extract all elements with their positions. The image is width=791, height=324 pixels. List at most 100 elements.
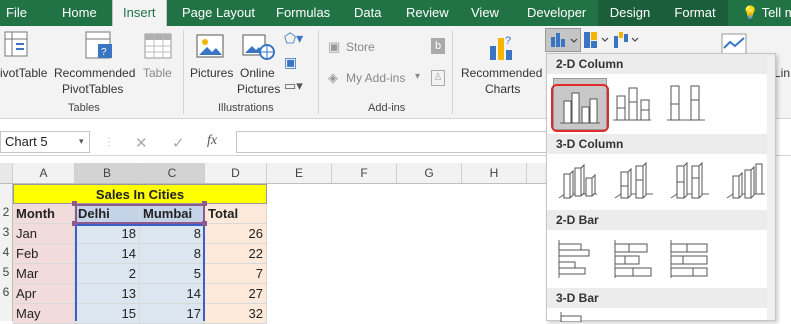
my-addins-label[interactable]: My Add-ins: [346, 71, 405, 85]
header-month[interactable]: Month: [13, 204, 75, 224]
stacked-column-option[interactable]: [609, 78, 655, 124]
online-pictures-label-2[interactable]: Pictures: [237, 82, 280, 96]
store-label[interactable]: Store: [346, 40, 375, 54]
enter-icon[interactable]: ✓: [172, 134, 185, 152]
tell-me-label: Tell m: [761, 5, 791, 20]
range-handle[interactable]: [72, 221, 77, 226]
screenshot-icon[interactable]: ▭▾: [284, 78, 303, 94]
pictures-label[interactable]: Pictures: [190, 66, 233, 80]
tab-review[interactable]: Review: [406, 0, 449, 26]
month-cell[interactable]: Jan: [13, 224, 75, 244]
column-header-g[interactable]: G: [397, 163, 462, 184]
clustered-bar-option[interactable]: [555, 236, 601, 282]
3d-clustered-column-option[interactable]: [555, 158, 601, 204]
tab-developer[interactable]: Developer: [527, 0, 586, 26]
range-handle[interactable]: [202, 201, 207, 206]
row-header[interactable]: 3: [0, 225, 12, 239]
month-cell[interactable]: Feb: [13, 244, 75, 264]
month-cell[interactable]: May: [13, 304, 75, 324]
lightbulb-icon: 💡: [742, 5, 759, 20]
tab-page-layout[interactable]: Page Layout: [182, 0, 255, 26]
recommended-charts-label-1[interactable]: Recommended: [461, 66, 542, 80]
bing-icon[interactable]: b: [431, 38, 445, 54]
section-header-3d-column: 3-D Column: [547, 134, 775, 154]
recommended-pivot-label-2[interactable]: PivotTables: [62, 82, 123, 96]
tab-formulas[interactable]: Formulas: [276, 0, 330, 26]
100-stacked-bar-option[interactable]: [667, 236, 713, 282]
3d-clustered-bar-option[interactable]: [555, 310, 601, 322]
addins-group-label: Add-ins: [368, 102, 406, 114]
chart-series-name-range: [75, 204, 205, 224]
recommended-pivot-icon[interactable]: ?: [84, 30, 114, 64]
column-header-b[interactable]: B: [75, 163, 140, 184]
recommended-charts-label-2[interactable]: Charts: [485, 82, 520, 96]
tell-me-search[interactable]: 💡 Tell m: [742, 0, 791, 26]
month-cell[interactable]: Apr: [13, 284, 75, 304]
3d-stacked-column-option[interactable]: [611, 158, 657, 204]
column-header-d[interactable]: D: [205, 163, 267, 184]
column-header-e[interactable]: E: [267, 163, 332, 184]
3d-100-stacked-column-option[interactable]: [667, 158, 713, 204]
row-header[interactable]: 6: [0, 285, 12, 299]
section-header-3d-bar: 3-D Bar: [547, 288, 775, 308]
row-header[interactable]: 5: [0, 265, 12, 279]
table-label[interactable]: Table: [143, 66, 172, 80]
total-cell[interactable]: 32: [205, 304, 267, 324]
tab-insert[interactable]: Insert: [112, 0, 167, 26]
tab-design[interactable]: Design: [598, 0, 662, 26]
line-sparkline-label[interactable]: Lin: [774, 66, 790, 80]
ribbon-tab-bar: File Home Insert Page Layout Formulas Da…: [0, 0, 791, 26]
100-stacked-column-option[interactable]: [663, 78, 709, 124]
table-title[interactable]: Sales In Cities: [13, 184, 267, 204]
select-all-corner[interactable]: [0, 163, 13, 184]
pivot-table-label[interactable]: ivotTable: [0, 66, 47, 80]
illustrations-group-label: Illustrations: [218, 102, 274, 114]
pivot-table-icon[interactable]: [4, 30, 30, 60]
range-handle[interactable]: [72, 201, 77, 206]
table-icon[interactable]: [144, 32, 172, 62]
name-box[interactable]: Chart 5: [0, 131, 90, 153]
total-cell[interactable]: 22: [205, 244, 267, 264]
row-header[interactable]: 4: [0, 245, 12, 259]
total-cell[interactable]: 7: [205, 264, 267, 284]
group-divider: [183, 30, 184, 114]
month-cell[interactable]: Mar: [13, 264, 75, 284]
insert-function-icon[interactable]: fx: [207, 133, 217, 149]
online-pictures-icon[interactable]: [242, 32, 276, 62]
stacked-bar-option[interactable]: [611, 236, 657, 282]
tab-home[interactable]: Home: [62, 0, 97, 26]
tab-file[interactable]: File: [6, 0, 27, 26]
column-header-h[interactable]: H: [462, 163, 527, 184]
cancel-icon[interactable]: ✕: [135, 134, 148, 152]
store-icon[interactable]: ▣: [328, 39, 340, 55]
range-handle[interactable]: [202, 221, 207, 226]
gallery-scrollbar[interactable]: [767, 56, 775, 320]
row-header[interactable]: 2: [0, 205, 12, 219]
formula-input[interactable]: [236, 131, 556, 153]
waterfall-chart-button[interactable]: [612, 30, 642, 53]
people-graph-icon[interactable]: ♙: [431, 70, 445, 86]
column-chart-button[interactable]: [545, 28, 581, 52]
smartart-icon[interactable]: ▣: [284, 54, 297, 71]
my-addins-dropdown-icon[interactable]: ▾: [415, 71, 420, 82]
column-header-f[interactable]: F: [332, 163, 397, 184]
tab-view[interactable]: View: [471, 0, 499, 26]
total-cell[interactable]: 26: [205, 224, 267, 244]
drag-handle-icon[interactable]: ⋮: [104, 137, 114, 148]
tab-format[interactable]: Format: [662, 0, 728, 26]
3d-column-option[interactable]: [723, 158, 769, 204]
pictures-icon[interactable]: [196, 32, 226, 62]
tab-data[interactable]: Data: [354, 0, 381, 26]
my-addins-icon[interactable]: ◈: [328, 70, 338, 86]
column-header-c[interactable]: C: [140, 163, 205, 184]
shapes-icon[interactable]: ⬠▾: [284, 30, 303, 47]
hierarchy-chart-button[interactable]: [582, 30, 612, 53]
name-box-dropdown-icon[interactable]: ▾: [79, 136, 84, 147]
recommended-charts-icon[interactable]: ?: [486, 32, 518, 64]
total-cell[interactable]: 27: [205, 284, 267, 304]
online-pictures-label-1[interactable]: Online: [240, 66, 275, 80]
section-header-2d-bar: 2-D Bar: [547, 210, 775, 230]
header-total[interactable]: Total: [205, 204, 267, 224]
column-header-a[interactable]: A: [13, 163, 75, 184]
recommended-pivot-label-1[interactable]: Recommended: [54, 66, 135, 80]
